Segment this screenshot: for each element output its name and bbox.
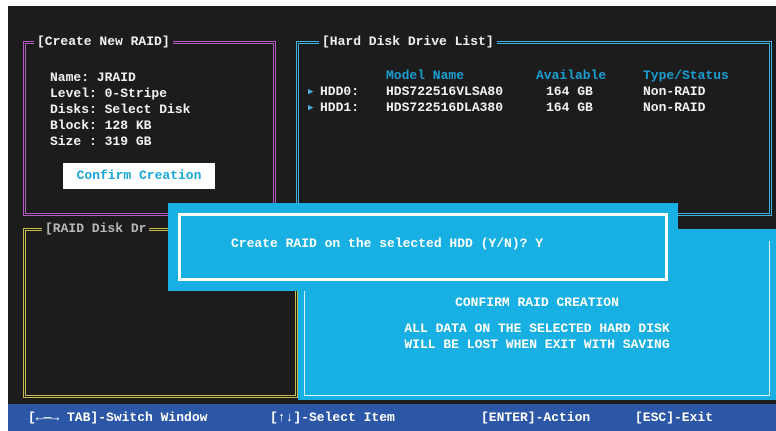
dialog-frame: Create RAID on the selected HDD (Y/N)? Y <box>178 213 668 281</box>
enter-action-hint: [ENTER]-Action <box>481 410 591 425</box>
create-raid-panel-title: [Create New RAID] <box>34 34 173 50</box>
select-item-hint: [↑↓]-Select Item <box>270 410 395 425</box>
raid-bios-screen: [Create New RAID] Name: JRAID Level: 0-S… <box>8 6 776 431</box>
column-header-type-status: Type/Status <box>643 68 729 83</box>
hdd-available: 164 GB <box>546 84 593 99</box>
hdd-row-1[interactable]: ▶ HDD1: HDS722516DLA380 164 GB Non-RAID <box>308 100 758 116</box>
create-raid-confirm-dialog[interactable]: Create RAID on the selected HDD (Y/N)? Y <box>168 203 678 291</box>
confirm-heading: CONFIRM RAID CREATION <box>455 295 619 310</box>
raid-disks-field[interactable]: Disks: Select Disk <box>50 102 190 118</box>
hdd-model: HDS722516DLA380 <box>386 100 504 115</box>
raid-disk-panel-title: [RAID Disk Dr <box>42 221 150 237</box>
column-header-model-name: Model Name <box>386 68 465 83</box>
column-header-available: Available <box>536 68 607 83</box>
hdd-status: Non-RAID <box>643 100 706 115</box>
raid-level-field[interactable]: Level: 0-Stripe <box>50 86 167 102</box>
raid-name-field[interactable]: Name: JRAID <box>50 70 136 86</box>
switch-window-hint: [←—→ TAB]-Switch Window <box>28 410 208 425</box>
hdd-row-0[interactable]: ▶ HDD0: HDS722516VLSA80 164 GB Non-RAID <box>308 84 758 100</box>
row-pointer-icon: ▶ <box>308 103 314 113</box>
hdd-id: HDD1: <box>320 100 360 115</box>
data-loss-warning-line2: WILL BE LOST WHEN EXIT WITH SAVING <box>404 337 670 352</box>
row-pointer-icon: ▶ <box>308 87 314 97</box>
create-new-raid-panel[interactable]: [Create New RAID] Name: JRAID Level: 0-S… <box>23 34 276 216</box>
hdd-available: 164 GB <box>546 100 593 115</box>
confirm-creation-button[interactable]: Confirm Creation <box>63 163 215 189</box>
data-loss-warning-line1: ALL DATA ON THE SELECTED HARD DISK <box>404 321 670 336</box>
hdd-id: HDD0: <box>320 84 360 99</box>
raid-size-field: Size : 319 GB <box>50 134 152 149</box>
hdd-model: HDS722516VLSA80 <box>386 84 504 99</box>
create-raid-prompt[interactable]: Create RAID on the selected HDD (Y/N)? Y <box>231 236 543 252</box>
esc-exit-hint: [ESC]-Exit <box>635 410 714 425</box>
hdd-list-panel-title: [Hard Disk Drive List] <box>319 34 497 50</box>
hdd-status: Non-RAID <box>643 84 706 99</box>
key-help-status-bar: [←—→ TAB]-Switch Window [↑↓]-Select Item… <box>8 404 776 431</box>
raid-block-field[interactable]: Block: 128 KB <box>50 118 151 134</box>
